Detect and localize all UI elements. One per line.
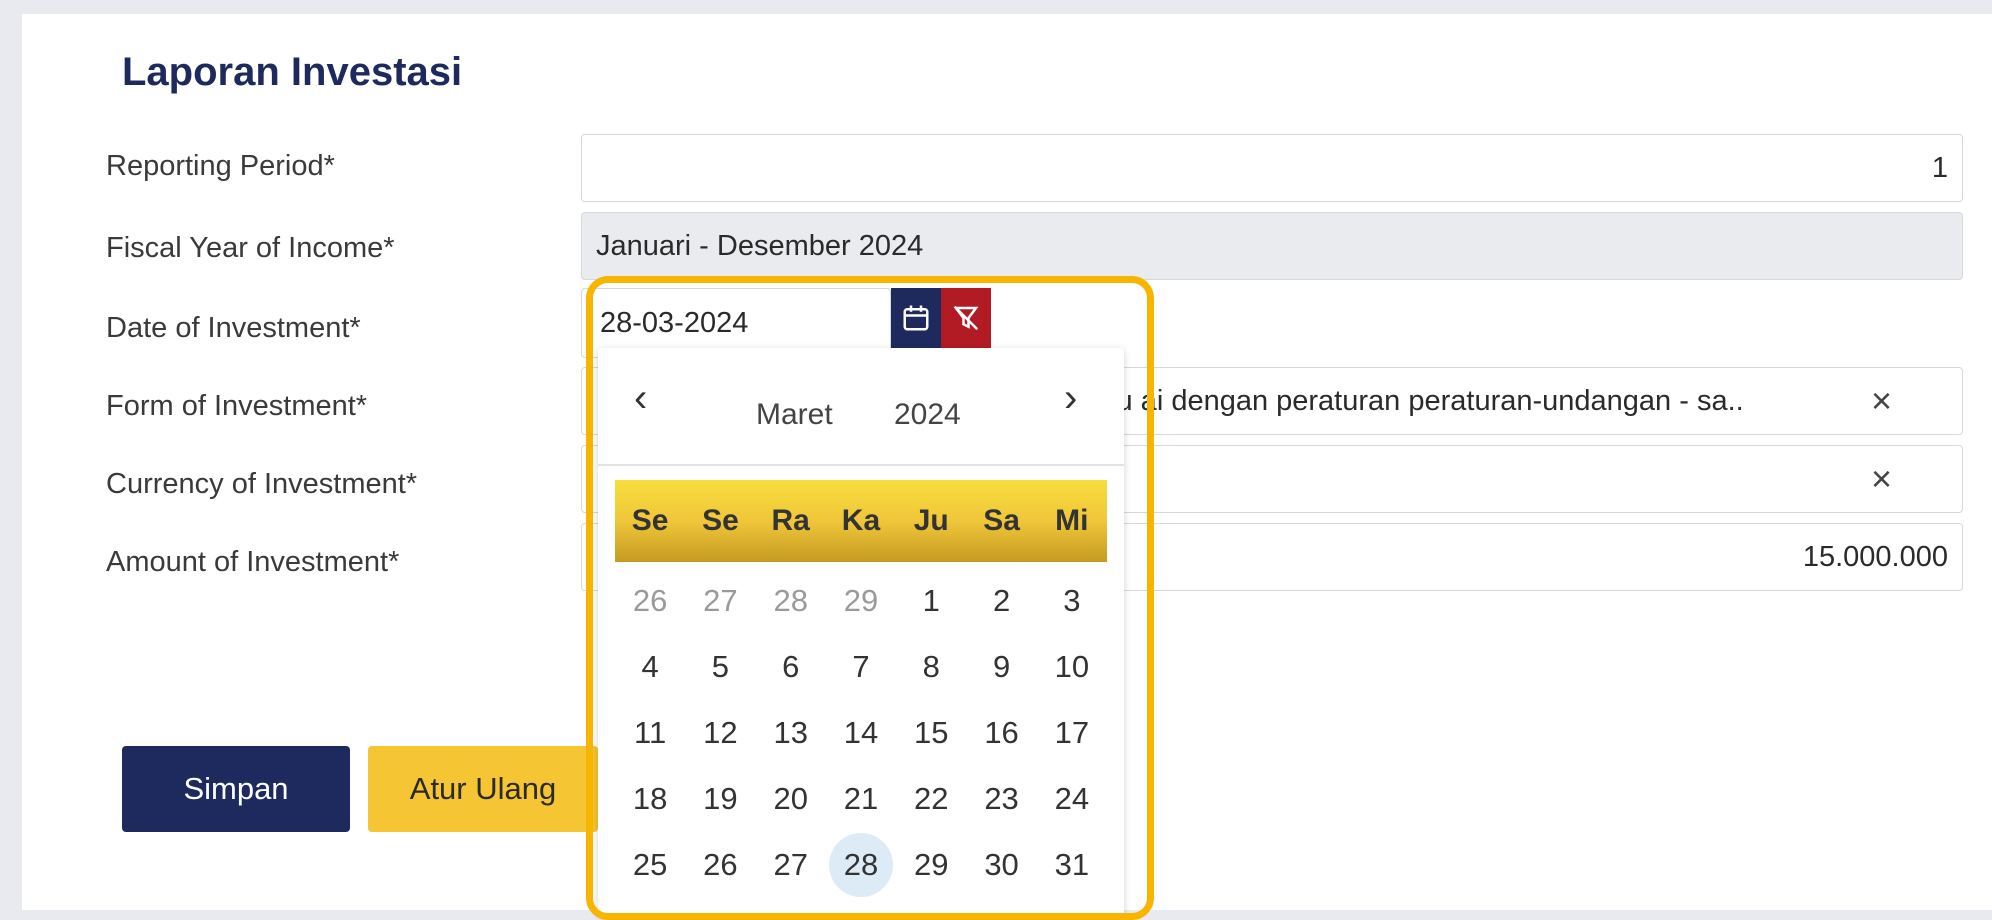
- calendar-days: 26 27 28 29 1 2 3 4 5 6 7 8 9 10 11 12 1…: [615, 568, 1107, 898]
- date-of-investment-label: Date of Investment*: [106, 312, 361, 344]
- calendar-day[interactable]: 11: [615, 700, 685, 766]
- form-of-investment-label: Form of Investment*: [106, 390, 368, 422]
- calendar-icon: [903, 305, 929, 331]
- clear-date-filter-button[interactable]: [941, 288, 991, 348]
- page-title: Laporan Investasi: [122, 50, 463, 94]
- calendar-day[interactable]: 12: [685, 700, 755, 766]
- calendar-day[interactable]: 14: [826, 700, 896, 766]
- fiscal-year-value: Januari - Desember 2024: [596, 229, 924, 262]
- weekday-label: Ra: [771, 504, 810, 537]
- reporting-period-label: Reporting Period*: [106, 150, 335, 182]
- date-picker-header: [598, 348, 1124, 466]
- reporting-period-input[interactable]: 1: [581, 134, 1963, 202]
- year-selector[interactable]: 2024: [894, 398, 961, 432]
- save-button[interactable]: Simpan: [122, 746, 350, 832]
- calendar-day-outside[interactable]: 29: [826, 568, 896, 634]
- calendar-day[interactable]: 22: [896, 766, 966, 832]
- calendar-day[interactable]: 24: [1037, 766, 1107, 832]
- calendar-day[interactable]: 30: [966, 832, 1036, 898]
- calendar-day-outside[interactable]: 27: [685, 568, 755, 634]
- date-picker-popup: ‹ Maret 2024 › Se Se Ra Ka Ju Sa Mi 26 2…: [598, 348, 1124, 916]
- calendar-day[interactable]: 27: [756, 832, 826, 898]
- close-icon[interactable]: ×: [1871, 461, 1892, 497]
- weekday-label: Se: [631, 504, 669, 537]
- weekday-label: Mi: [1055, 504, 1089, 537]
- calendar-day[interactable]: 5: [685, 634, 755, 700]
- close-icon[interactable]: ×: [1871, 383, 1892, 419]
- filter-off-icon: [953, 305, 979, 331]
- reset-button[interactable]: Atur Ulang: [368, 746, 598, 832]
- calendar-day[interactable]: 8: [896, 634, 966, 700]
- calendar-day[interactable]: 3: [1037, 568, 1107, 634]
- calendar-day[interactable]: 18: [615, 766, 685, 832]
- chevron-left-icon[interactable]: ‹: [634, 378, 647, 418]
- calendar-day[interactable]: 20: [756, 766, 826, 832]
- calendar-day[interactable]: 25: [615, 832, 685, 898]
- calendar-day[interactable]: 29: [896, 832, 966, 898]
- calendar-day[interactable]: 31: [1037, 832, 1107, 898]
- form-of-investment-value: su ai dengan peraturan peraturan-undanga…: [1102, 384, 1744, 417]
- calendar-day[interactable]: 9: [966, 634, 1036, 700]
- amount-of-investment-label: Amount of Investment*: [106, 546, 400, 578]
- date-of-investment-value: 28-03-2024: [600, 306, 749, 339]
- weekday-header: Se Se Ra Ka Ju Sa Mi: [615, 480, 1107, 562]
- selected-day-label: 28: [828, 833, 893, 897]
- month-selector[interactable]: Maret: [756, 398, 833, 432]
- fiscal-year-input: Januari - Desember 2024: [581, 212, 1963, 280]
- amount-of-investment-value: 15.000.000: [1802, 540, 1948, 573]
- calendar-day[interactable]: 4: [615, 634, 685, 700]
- calendar-day[interactable]: 1: [896, 568, 966, 634]
- calendar-day-outside[interactable]: 28: [756, 568, 826, 634]
- calendar-day[interactable]: 6: [756, 634, 826, 700]
- calendar-day[interactable]: 7: [826, 634, 896, 700]
- calendar-day[interactable]: 26: [685, 832, 755, 898]
- calendar-day[interactable]: 17: [1037, 700, 1107, 766]
- calendar-day[interactable]: 23: [966, 766, 1036, 832]
- calendar-day[interactable]: 19: [685, 766, 755, 832]
- weekday-label: Sa: [983, 504, 1020, 537]
- calendar-day-selected[interactable]: 28: [826, 832, 896, 898]
- currency-of-investment-label: Currency of Investment*: [106, 468, 418, 500]
- calendar-button[interactable]: [891, 288, 941, 348]
- calendar-day[interactable]: 15: [896, 700, 966, 766]
- calendar-day[interactable]: 13: [756, 700, 826, 766]
- reporting-period-value: 1: [1931, 151, 1948, 184]
- weekday-label: Se: [702, 504, 739, 537]
- calendar-day-outside[interactable]: 26: [615, 568, 685, 634]
- calendar-day[interactable]: 10: [1037, 634, 1107, 700]
- calendar-day[interactable]: 16: [966, 700, 1036, 766]
- weekday-label: Ju: [913, 504, 949, 537]
- calendar-day[interactable]: 21: [826, 766, 896, 832]
- chevron-right-icon[interactable]: ›: [1064, 378, 1077, 418]
- fiscal-year-label: Fiscal Year of Income*: [106, 232, 395, 264]
- weekday-label: Ka: [841, 504, 881, 537]
- calendar-day[interactable]: 2: [966, 568, 1036, 634]
